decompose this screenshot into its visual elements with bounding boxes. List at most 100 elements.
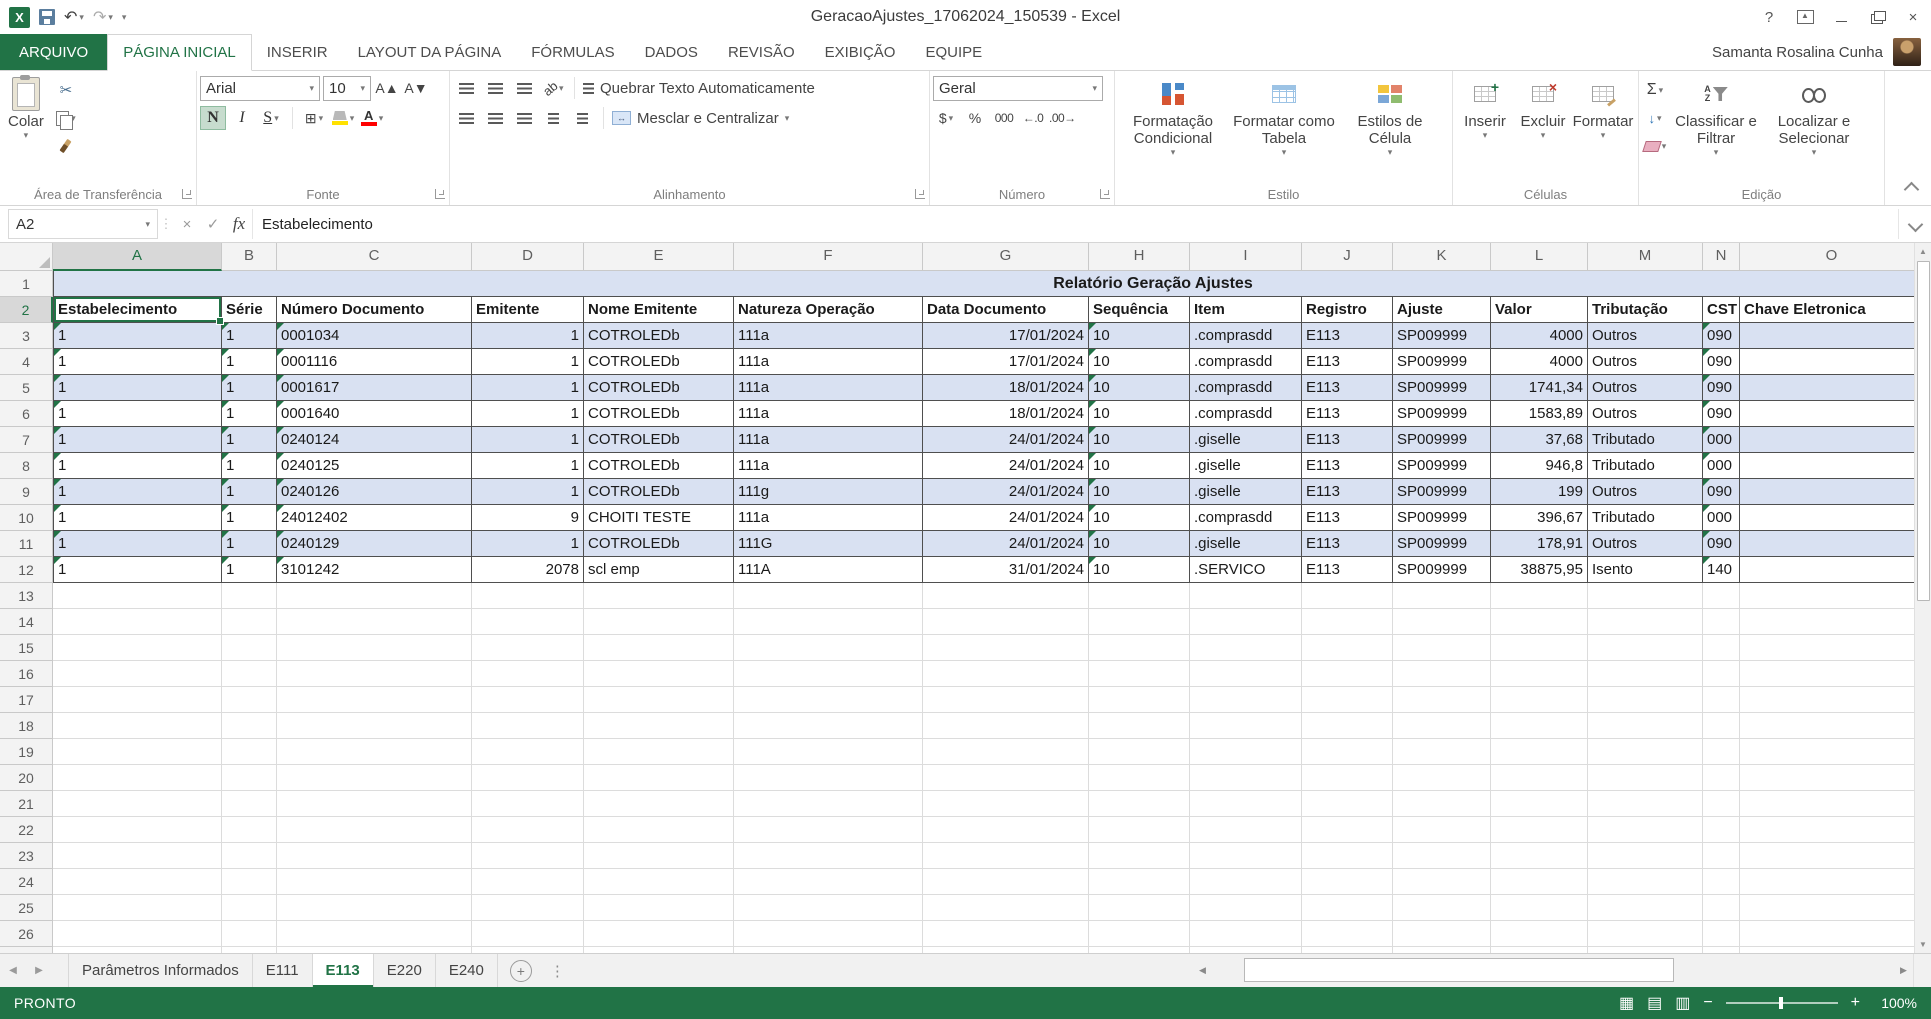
cell-F21[interactable] <box>734 791 923 817</box>
cell-F22[interactable] <box>734 817 923 843</box>
horizontal-scrollbar[interactable]: ◀ ▶ <box>1193 954 1913 987</box>
column-header-J[interactable]: J <box>1302 243 1393 271</box>
cell-M16[interactable] <box>1588 661 1703 687</box>
cell-O11[interactable] <box>1740 531 1914 557</box>
tab-splitter[interactable]: ⋮ <box>544 954 571 987</box>
header-cell-H2[interactable]: Sequência <box>1089 297 1190 323</box>
cell-G6[interactable]: 18/01/2024 <box>923 401 1089 427</box>
cell-I14[interactable] <box>1190 609 1302 635</box>
cell-A8[interactable]: 1 <box>53 453 222 479</box>
cell-C22[interactable] <box>277 817 472 843</box>
cell-I17[interactable] <box>1190 687 1302 713</box>
cell-C18[interactable] <box>277 713 472 739</box>
column-header-I[interactable]: I <box>1190 243 1302 271</box>
cell-F10[interactable]: 111a <box>734 505 923 531</box>
font-name-select[interactable]: Arial <box>200 75 320 101</box>
cell-G11[interactable]: 24/01/2024 <box>923 531 1089 557</box>
cell-K8[interactable]: SP009999 <box>1393 453 1491 479</box>
cell-G13[interactable] <box>923 583 1089 609</box>
cell-E13[interactable] <box>584 583 734 609</box>
cell-K10[interactable]: SP009999 <box>1393 505 1491 531</box>
cell-J9[interactable]: E113 <box>1302 479 1393 505</box>
cell-G23[interactable] <box>923 843 1089 869</box>
cell-D12[interactable]: 2078 <box>472 557 584 583</box>
cell-G4[interactable]: 17/01/2024 <box>923 349 1089 375</box>
cell-L3[interactable]: 4000 <box>1491 323 1588 349</box>
cell-K26[interactable] <box>1393 921 1491 947</box>
cell-N17[interactable] <box>1703 687 1740 713</box>
row-header-2[interactable]: 2 <box>0 297 53 323</box>
column-header-A[interactable]: A <box>53 243 222 271</box>
column-header-L[interactable]: L <box>1491 243 1588 271</box>
cell-E24[interactable] <box>584 869 734 895</box>
cell-L22[interactable] <box>1491 817 1588 843</box>
cell-A5[interactable]: 1 <box>53 375 222 401</box>
name-box[interactable]: A2 <box>8 209 158 239</box>
row-header-23[interactable]: 23 <box>0 843 53 869</box>
header-cell-N2[interactable]: CST <box>1703 297 1740 323</box>
cell-H6[interactable]: 10 <box>1089 401 1190 427</box>
cell-E12[interactable]: scl emp <box>584 557 734 583</box>
cell-H14[interactable] <box>1089 609 1190 635</box>
align-right-button[interactable] <box>511 106 537 130</box>
cell-F25[interactable] <box>734 895 923 921</box>
cell-G7[interactable]: 24/01/2024 <box>923 427 1089 453</box>
cell-B6[interactable]: 1 <box>222 401 277 427</box>
header-cell-O2[interactable]: Chave Eletronica <box>1740 297 1914 323</box>
avatar[interactable] <box>1893 38 1921 66</box>
row-header-10[interactable]: 10 <box>0 505 53 531</box>
italic-button[interactable]: I <box>229 106 255 130</box>
increase-font-button[interactable]: A▲ <box>374 76 400 100</box>
cell-B21[interactable] <box>222 791 277 817</box>
cell-G3[interactable]: 17/01/2024 <box>923 323 1089 349</box>
cell-J7[interactable]: E113 <box>1302 427 1393 453</box>
cell-M10[interactable]: Tributado <box>1588 505 1703 531</box>
cell-H10[interactable]: 10 <box>1089 505 1190 531</box>
cell-K22[interactable] <box>1393 817 1491 843</box>
cell-A3[interactable]: 1 <box>53 323 222 349</box>
row-header-15[interactable]: 15 <box>0 635 53 661</box>
cell-B13[interactable] <box>222 583 277 609</box>
cell-N16[interactable] <box>1703 661 1740 687</box>
page-layout-view-icon[interactable]: ▤ <box>1647 993 1662 1013</box>
cell-K5[interactable]: SP009999 <box>1393 375 1491 401</box>
header-cell-D2[interactable]: Emitente <box>472 297 584 323</box>
cell-O12[interactable] <box>1740 557 1914 583</box>
cell-N18[interactable] <box>1703 713 1740 739</box>
cell-L23[interactable] <box>1491 843 1588 869</box>
cell-B8[interactable]: 1 <box>222 453 277 479</box>
cell-C25[interactable] <box>277 895 472 921</box>
cell-F12[interactable]: 111A <box>734 557 923 583</box>
cell-H20[interactable] <box>1089 765 1190 791</box>
cell-G21[interactable] <box>923 791 1089 817</box>
row-header-24[interactable]: 24 <box>0 869 53 895</box>
cell-O6[interactable] <box>1740 401 1914 427</box>
cell-I12[interactable]: .SERVICO <box>1190 557 1302 583</box>
cell-L24[interactable] <box>1491 869 1588 895</box>
cell-K24[interactable] <box>1393 869 1491 895</box>
cell-N6[interactable]: 090 <box>1703 401 1740 427</box>
cell-D19[interactable] <box>472 739 584 765</box>
increase-decimal-button[interactable]: ←.0 <box>1020 106 1046 130</box>
cut-button[interactable]: ✂ <box>53 78 79 102</box>
cell-H19[interactable] <box>1089 739 1190 765</box>
align-middle-button[interactable] <box>482 76 508 100</box>
cell-N24[interactable] <box>1703 869 1740 895</box>
select-all-corner[interactable] <box>0 243 53 271</box>
cell-O20[interactable] <box>1740 765 1914 791</box>
zoom-in-button[interactable]: + <box>1851 994 1860 1012</box>
header-cell-B2[interactable]: Série <box>222 297 277 323</box>
customize-qat-icon[interactable] <box>122 12 127 22</box>
cell-K7[interactable]: SP009999 <box>1393 427 1491 453</box>
collapse-ribbon-button[interactable] <box>1903 181 1920 198</box>
cell-D6[interactable]: 1 <box>472 401 584 427</box>
cell-I7[interactable]: .giselle <box>1190 427 1302 453</box>
cell-G18[interactable] <box>923 713 1089 739</box>
row-header-1[interactable]: 1 <box>0 271 53 297</box>
insert-function-button[interactable]: fx <box>226 206 252 242</box>
normal-view-icon[interactable]: ▦ <box>1619 993 1634 1013</box>
find-select-button[interactable]: Localizar e Selecionar <box>1764 73 1864 157</box>
cell-J24[interactable] <box>1302 869 1393 895</box>
header-cell-A2[interactable]: Estabelecimento <box>53 297 224 325</box>
cell-D16[interactable] <box>472 661 584 687</box>
